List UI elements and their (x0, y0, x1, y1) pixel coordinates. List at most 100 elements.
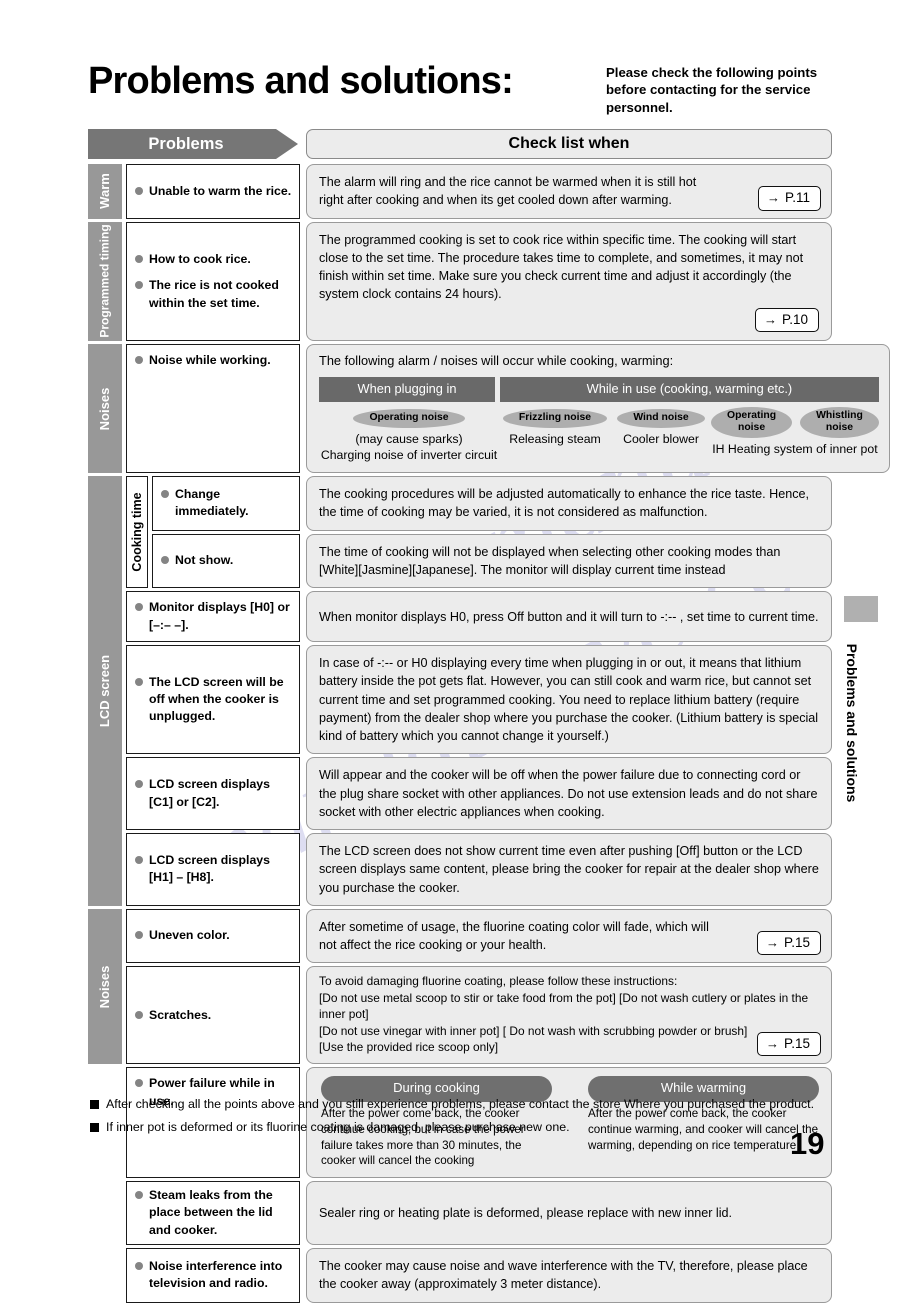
problem-text: The rice is not cooked within the set ti… (149, 278, 279, 310)
page-subtitle: Please check the following points before… (606, 65, 818, 115)
bullet-icon (135, 1190, 143, 1199)
answer-cell: The LCD screen does not show current tim… (306, 833, 832, 906)
table-row: Noise interference into television and r… (126, 1248, 832, 1303)
answer-cell: After sometime of usage, the fluorine co… (306, 908, 832, 964)
category-strip-noises-2: Noises (88, 908, 122, 1065)
problem-cell: Not show. (152, 533, 300, 589)
noise-header-plugging-in: When plugging in (319, 376, 495, 403)
page-number: 19 (790, 1126, 825, 1161)
answer-text: The cooking procedures will be adjusted … (319, 487, 810, 520)
table-row: Not show. The time of cooking will not b… (152, 533, 832, 589)
problem-text: Change immediately. (175, 486, 249, 519)
page-reference-badge[interactable]: → P.15 (756, 1031, 821, 1057)
arrow-right-icon: → (766, 190, 780, 206)
bullet-icon (135, 931, 143, 940)
band-noises-working: Noises Noise while working. The followin… (88, 344, 890, 474)
problem-cell: Change immediately. (152, 476, 300, 531)
answer-cell: The time of cooking will not be displaye… (306, 533, 832, 589)
answer-text: The programmed cooking is set to cook ri… (319, 232, 804, 302)
bullet-icon (135, 603, 143, 612)
answer-cell: The cooker may cause noise and wave inte… (306, 1248, 832, 1303)
problem-item: Noise while working. (135, 352, 293, 369)
answer-text: Sealer ring or heating plate is deformed… (319, 1205, 733, 1220)
category-strip-noises: Noises (88, 344, 122, 474)
category-strip-programmed-timing: Programmed timing (88, 221, 122, 342)
answer-cell: The alarm will ring and the rice cannot … (306, 164, 832, 219)
answer-text: The time of cooking will not be displaye… (319, 544, 781, 577)
bullet-icon (161, 489, 169, 498)
table-row: Noise while working. The following alarm… (126, 344, 890, 474)
bullet-icon (135, 186, 143, 195)
table-column-headers: Problems Check list when (88, 129, 832, 159)
problem-item: Monitor displays [H0] or [–:– –]. (135, 599, 293, 634)
problem-item: Scratches. (135, 1007, 293, 1024)
problem-text: Not show. (175, 553, 234, 568)
side-tab-text: Problems and solutions (844, 643, 860, 803)
problem-cell: Noise while working. (126, 344, 300, 474)
subgroup-cooking-time: Cooking time Change immediately. The coo… (126, 476, 832, 589)
noise-column: Operating noise (may cause sparks) Charg… (319, 407, 499, 464)
problem-item: The LCD screen will be off when the cook… (135, 674, 293, 726)
page-reference-label: P.15 (783, 1035, 810, 1051)
page-reference-label: P.11 (784, 189, 810, 205)
table-row: Monitor displays [H0] or [–:– –]. When m… (126, 591, 832, 643)
page-header: Problems and solutions: Please check the… (88, 60, 832, 122)
table-row: Uneven color. After sometime of usage, t… (126, 908, 832, 964)
manual-page: manualshive.com manualshive Problems and… (0, 0, 918, 1303)
arrow-right-icon: → (763, 311, 777, 327)
answer-cell: When monitor displays H0, press Off butt… (306, 591, 832, 643)
noise-caption: (may cause sparks) Charging noise of inv… (320, 432, 498, 463)
noise-column: Wind noise Cooler blower (611, 407, 711, 448)
subcategory-label: Cooking time (130, 492, 144, 572)
problem-cell: How to cook rice. The rice is not cooked… (126, 221, 300, 342)
table-row: How to cook rice. The rice is not cooked… (126, 221, 832, 342)
noise-panel-headers: When plugging in While in use (cooking, … (319, 376, 879, 403)
category-strip-warm: Warm (88, 164, 122, 219)
answer-text: When monitor displays H0, press Off butt… (319, 609, 819, 624)
page-reference-label: P.10 (781, 311, 808, 327)
page-title: Problems and solutions: (88, 60, 514, 102)
category-strip-lcd-screen: LCD screen (88, 476, 122, 906)
problem-item: LCD screen displays [H1] – [H8]. (135, 852, 293, 887)
problem-text: Scratches. (149, 1007, 212, 1022)
problem-cell: Monitor displays [H0] or [–:– –]. (126, 591, 300, 643)
problem-text: Steam leaks from the place between the l… (149, 1187, 273, 1237)
noise-panel-intro: The following alarm / noises will occur … (319, 353, 674, 369)
problem-text: Unable to warm the rice. (149, 183, 292, 198)
noise-header-while-in-use: While in use (cooking, warming etc.) (500, 376, 879, 403)
column-header-checklist: Check list when (306, 129, 832, 159)
table-row: Scratches. To avoid damaging fluorine co… (126, 966, 832, 1065)
category-label: Warm (96, 173, 112, 210)
answer-text: Will appear and the cooker will be off w… (319, 768, 818, 819)
table-row: LCD screen displays [H1] – [H8]. The LCD… (126, 833, 832, 906)
table-row: Steam leaks from the place between the l… (126, 1180, 832, 1246)
problem-text: Noise interference into television and r… (149, 1259, 283, 1291)
bullet-icon (135, 1010, 143, 1019)
problem-cell: Uneven color. (126, 908, 300, 964)
page-reference-badge[interactable]: → P.15 (756, 930, 821, 956)
problem-item: How to cook rice. (135, 251, 293, 268)
answer-text: The cooker may cause noise and wave inte… (319, 1259, 808, 1292)
problem-cell: The LCD screen will be off when the cook… (126, 645, 300, 755)
category-label: LCD screen (96, 654, 112, 728)
arrow-right-icon: → (765, 1036, 779, 1052)
side-tab-label: Problems and solutions (840, 628, 864, 818)
bullet-icon (161, 556, 169, 565)
problem-text: Monitor displays [H0] or [–:– –]. (149, 600, 290, 632)
problem-cell: Unable to warm the rice. (126, 164, 300, 219)
problem-text: Noise while working. (149, 353, 271, 368)
page-reference-badge[interactable]: → P.10 (754, 307, 819, 333)
table-row: Unable to warm the rice. The alarm will … (126, 164, 832, 219)
bullet-icon (135, 780, 143, 789)
problem-item: The rice is not cooked within the set ti… (135, 277, 293, 312)
problem-cell: Noise interference into television and r… (126, 1248, 300, 1303)
noise-caption: Cooler blower (623, 432, 699, 447)
bullet-icon (135, 281, 143, 290)
subcategory-strip-cooking-time: Cooking time (126, 476, 148, 589)
page-reference-badge[interactable]: → P.11 (757, 185, 821, 211)
answer-text: The alarm will ring and the rice cannot … (319, 175, 697, 208)
footnotes: After checking all the points above and … (90, 1096, 834, 1143)
problem-text: LCD screen displays [C1] or [C2]. (149, 777, 270, 809)
answer-cell: The programmed cooking is set to cook ri… (306, 221, 832, 342)
bullet-icon (135, 1262, 143, 1271)
